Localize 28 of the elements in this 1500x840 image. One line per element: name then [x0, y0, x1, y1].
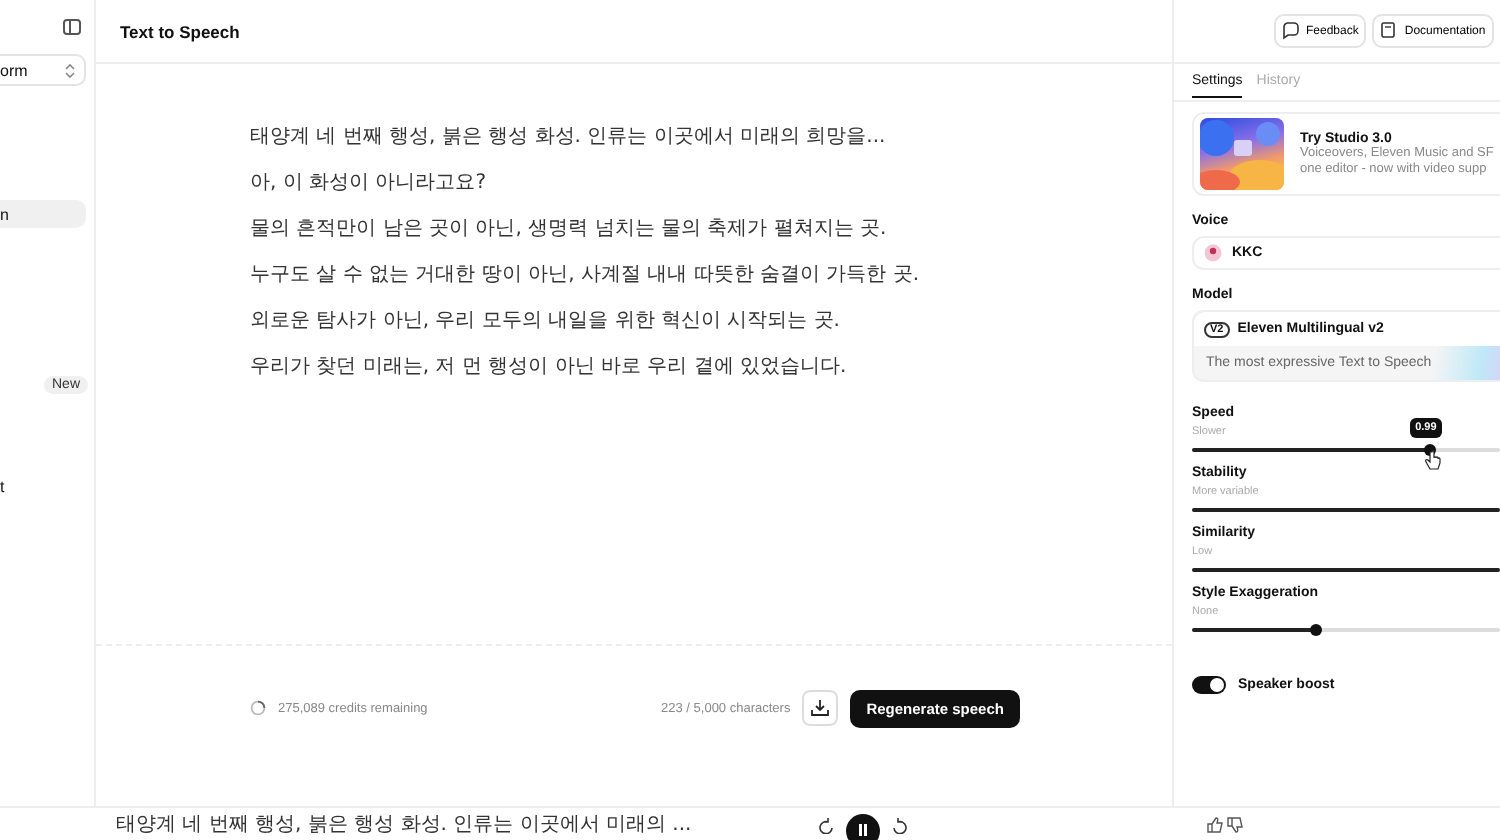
thumbs-down-icon[interactable]	[1226, 815, 1244, 833]
text-line: 누구도 살 수 없는 거대한 땅이 아닌, 사계절 내내 따뜻한 숨결이 가득한 곳.	[250, 262, 922, 290]
avatar-icon	[1204, 244, 1222, 262]
page-title: Text to Speech	[96, 0, 1172, 64]
sidebar-toggle-icon[interactable]	[62, 18, 82, 36]
book-icon	[1380, 22, 1399, 40]
text-line: 우리가 찾던 미래는, 저 먼 행성이 아닌 바로 우리 곁에 있었습니다.	[250, 354, 849, 382]
toggle-switch[interactable]	[1192, 676, 1226, 694]
sidebar-item[interactable]: n	[0, 200, 86, 228]
text-line: 아, 이 화성이 아니라고요?	[250, 170, 489, 198]
thumbs-up-icon[interactable]	[1206, 815, 1224, 833]
text-line: 외로운 탐사가 아닌, 우리 모두의 내일을 위한 혁신이 시작되는 곳.	[250, 308, 842, 336]
skip-forward-icon[interactable]	[892, 815, 910, 833]
download-icon	[810, 698, 831, 718]
hand-cursor-icon	[1423, 450, 1442, 470]
text-line: 태양계 네 번째 행성, 붉은 행성 화성. 인류는 이곳에서 미래의 희망을...	[250, 124, 888, 152]
text-line: 물의 흔적만이 남은 곳이 아닌, 생명력 넘치는 물의 축제가 펼쳐지는 곳.	[250, 216, 889, 244]
track-title: 태양계 네 번째 행성, 붉은 행성 화성. 인류는 이곳에서 미래의 ...	[116, 812, 694, 838]
chevron-updown-icon	[64, 61, 76, 79]
sidebar-item[interactable]: t	[0, 472, 86, 500]
slider-thumb[interactable]	[1309, 623, 1322, 635]
download-button[interactable]	[802, 690, 839, 726]
skip-back-icon[interactable]	[816, 815, 834, 833]
pause-button[interactable]	[846, 813, 880, 840]
pause-icon	[858, 824, 868, 836]
chat-bubble-icon	[1282, 22, 1300, 40]
workspace-select[interactable]: orm	[0, 54, 86, 86]
loading-icon	[250, 700, 266, 716]
